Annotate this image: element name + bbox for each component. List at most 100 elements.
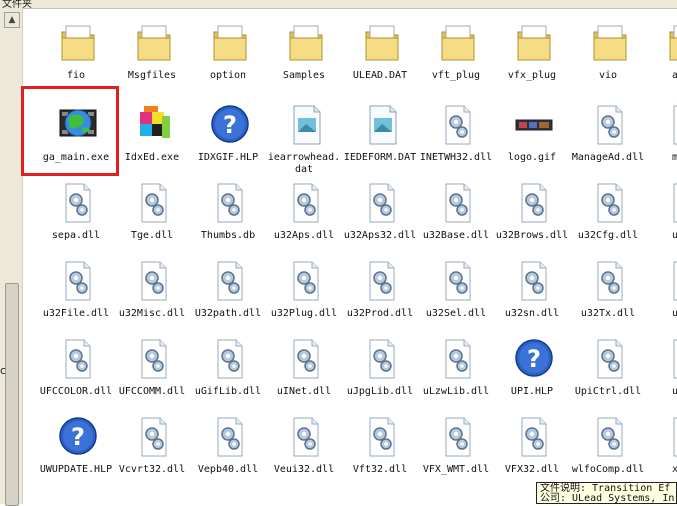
app-colors-icon (134, 102, 174, 146)
file-label: vfx_plug (507, 70, 557, 81)
file-label: UPI.HLP (510, 386, 554, 397)
file-label: acti (671, 70, 677, 81)
folder-icon (514, 20, 554, 64)
file-label: logo.gif (507, 152, 557, 163)
dll-gear-icon (438, 102, 478, 146)
file-label: wlfoComp.dll (571, 464, 645, 475)
dll-gear-icon (666, 102, 677, 146)
file-label: Vcvrt32.dll (118, 464, 186, 475)
dll-gear-icon (666, 414, 677, 458)
file-label: Veui32.dll (273, 464, 335, 475)
file-label: fio (66, 70, 86, 81)
doc-icon (286, 102, 326, 146)
file-label: u32File.dll (42, 308, 110, 319)
dll-gear-icon (286, 414, 326, 458)
svg-text:?: ? (527, 345, 541, 373)
dll-gear-icon (210, 180, 250, 224)
help-icon: ? (514, 336, 554, 380)
file-label: ManageAd.dll (571, 152, 645, 163)
file-label: option (209, 70, 247, 81)
svg-text:?: ? (71, 423, 85, 451)
file-label: UFCCOLOR.dll (39, 386, 113, 397)
dll-gear-icon (666, 180, 677, 224)
dll-gear-icon (286, 336, 326, 380)
file-label: u32Tx.dll (580, 308, 636, 319)
help-icon: ? (58, 414, 98, 458)
dll-gear-icon (210, 414, 250, 458)
tooltip-line-2: 公司: ULead Systems, In (540, 493, 675, 504)
file-label: Vft32.dll (352, 464, 408, 475)
dll-gear-icon (438, 414, 478, 458)
dll-gear-icon (286, 180, 326, 224)
folder-icon (666, 20, 677, 64)
file-label: u32Sel.dll (425, 308, 487, 319)
dll-gear-icon (514, 258, 554, 302)
doc-icon (362, 102, 402, 146)
dll-gear-icon (514, 414, 554, 458)
dll-gear-icon (210, 336, 250, 380)
window-title-bar: 文件夹 (0, 0, 677, 10)
file-label: xins (671, 464, 677, 475)
file-label: u32Plug.dll (270, 308, 338, 319)
file-label: u32Base.dll (422, 230, 490, 241)
dll-gear-icon (58, 336, 98, 380)
file-label: vio (598, 70, 618, 81)
scroll-thumb[interactable] (5, 283, 19, 506)
file-label: UpiCtrl.dll (574, 386, 642, 397)
sidebar-char: c (0, 364, 7, 377)
file-label: IDXGIF.HLP (197, 152, 259, 163)
dll-gear-icon (286, 258, 326, 302)
file-label: Vepb40.dll (197, 464, 259, 475)
file-label: u32t (671, 308, 677, 319)
file-label: UWUPDATE.HLP (39, 464, 113, 475)
dll-gear-icon (210, 258, 250, 302)
dll-gear-icon (362, 336, 402, 380)
folder-icon (210, 20, 250, 64)
dll-gear-icon (438, 180, 478, 224)
file-label: u32sn.dll (504, 308, 560, 319)
dll-gear-icon (514, 180, 554, 224)
file-label: u32C (671, 230, 677, 241)
file-label: IdxEd.exe (124, 152, 180, 163)
file-label: U32path.dll (194, 308, 262, 319)
folder-icon (134, 20, 174, 64)
dll-gear-icon (590, 180, 630, 224)
file-label: UFCCOMM.dll (118, 386, 186, 397)
file-label: uGifLib.dll (194, 386, 262, 397)
help-icon: ? (210, 102, 250, 146)
file-label: u32Cfg.dll (577, 230, 639, 241)
dll-gear-icon (58, 258, 98, 302)
file-label: INETWH32.dll (419, 152, 493, 163)
dll-gear-icon (134, 258, 174, 302)
left-panel-scrollbar[interactable]: ▲ c (0, 8, 23, 506)
dll-gear-icon (590, 414, 630, 458)
file-label: VFX_WMT.dll (422, 464, 490, 475)
dll-gear-icon (134, 336, 174, 380)
file-label: ULEAD.DAT (352, 70, 408, 81)
dll-gear-icon (134, 180, 174, 224)
dll-gear-icon (362, 414, 402, 458)
dll-gear-icon (590, 258, 630, 302)
image-icon (514, 102, 554, 146)
dll-gear-icon (438, 258, 478, 302)
dll-gear-icon (438, 336, 478, 380)
file-label: iearrowhead.dat (267, 152, 341, 175)
folder-icon (58, 20, 98, 64)
file-label: vft_plug (431, 70, 481, 81)
file-label: Tge.dll (130, 230, 174, 241)
file-label: uJpgLib.dll (346, 386, 414, 397)
scroll-up-arrow-icon[interactable]: ▲ (4, 12, 20, 28)
dll-gear-icon (58, 180, 98, 224)
svg-text:?: ? (223, 111, 237, 139)
dll-gear-icon (134, 414, 174, 458)
dll-gear-icon (666, 258, 677, 302)
file-label: VFX32.dll (504, 464, 560, 475)
file-tooltip: 文件说明: Transition Ef 公司: ULead Systems, I… (536, 482, 677, 504)
dll-gear-icon (362, 180, 402, 224)
dll-gear-icon (590, 102, 630, 146)
file-label: u32Aps.dll (273, 230, 335, 241)
folder-icon (438, 20, 478, 64)
file-label: uRen (671, 386, 677, 397)
file-label: Samples (282, 70, 326, 81)
highlight-box (21, 86, 119, 176)
